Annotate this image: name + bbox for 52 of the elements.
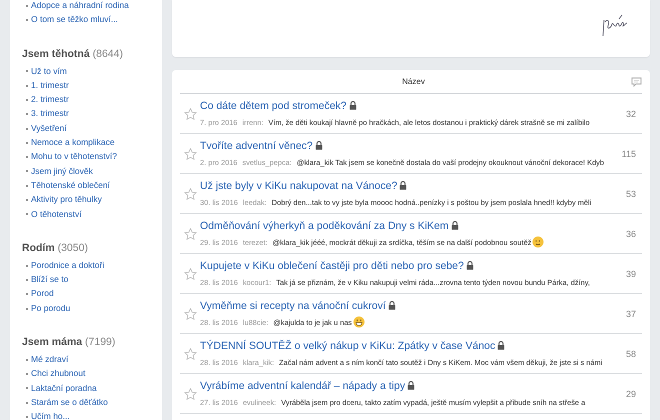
topic-title-link[interactable]: Vyměňme si recepty na vánoční cukroví xyxy=(200,298,386,312)
topic-title-link[interactable]: Co dáte dětem pod stromeček? xyxy=(200,98,346,112)
signature-drawing xyxy=(602,14,628,38)
category-link[interactable]: 2. trimestr xyxy=(22,92,69,106)
category-link[interactable]: O těhotenství xyxy=(22,206,82,221)
category-link[interactable]: Mohu to v těhotenství? xyxy=(22,149,117,164)
comment-count: 115 xyxy=(620,148,637,158)
comment-count: 39 xyxy=(624,268,637,278)
comment-count: 58 xyxy=(624,348,637,358)
category-link[interactable]: Aktivity pro těhulky xyxy=(22,192,102,207)
category-link[interactable]: O tom se těžko mluví... xyxy=(22,12,118,27)
comment-count: 29 xyxy=(624,388,637,398)
category-link[interactable]: Chci zhubnout xyxy=(22,366,86,381)
category-link[interactable]: Vyšetření xyxy=(22,120,67,136)
comment-count: 36 xyxy=(624,228,637,238)
star-icon[interactable] xyxy=(184,148,196,160)
category-link[interactable]: Blíží se to xyxy=(22,272,68,286)
category-heading: Rodím (3050) xyxy=(22,240,89,255)
category-link[interactable]: Laktační poradna xyxy=(22,380,97,395)
star-icon[interactable] xyxy=(184,108,196,120)
topic-title-link[interactable]: Vyrábíme adventní kalendář – nápady a tipy xyxy=(200,378,406,392)
star-icon[interactable] xyxy=(184,308,196,320)
category-heading: Jsem máma (7199) xyxy=(22,335,116,350)
category-link[interactable]: Těhotenské oblečení xyxy=(22,178,110,192)
category-link[interactable]: Adopce a náhradní rodina xyxy=(22,0,129,12)
category-link[interactable]: Starám se o děťátko xyxy=(22,394,108,410)
category-link[interactable]: Učím ho... xyxy=(22,409,70,420)
star-icon[interactable] xyxy=(184,388,196,400)
category-link[interactable]: Porodnice a doktoři xyxy=(22,258,104,272)
category-link[interactable]: Už to vím xyxy=(22,64,67,78)
comment-count: 32 xyxy=(624,108,637,118)
category-heading: Jsem těhotná (8644) xyxy=(22,46,124,61)
category-link[interactable]: 3. trimestr xyxy=(22,106,69,121)
topic-title-link[interactable]: TÝDENNÍ SOUTĚŽ o velký nákup v KiKu: Zpátky v čase Vánoc xyxy=(200,338,496,352)
comment-count: 37 xyxy=(624,308,637,318)
category-link[interactable]: Jsem jiný člověk xyxy=(22,164,93,178)
category-link[interactable]: Mé zdraví xyxy=(22,352,68,366)
star-icon[interactable] xyxy=(184,188,196,200)
topic-title-link[interactable]: Odměňování výherkyň a poděkování za Dny s KiKem xyxy=(200,218,449,232)
comment-count: 53 xyxy=(624,188,637,198)
star-icon[interactable] xyxy=(184,228,196,240)
star-icon[interactable] xyxy=(184,348,196,360)
category-link[interactable]: Po porodu xyxy=(22,300,70,316)
comment-icon xyxy=(631,76,642,86)
category-link[interactable]: Porod xyxy=(22,286,54,301)
category-link[interactable]: Nemoce a komplikace xyxy=(22,135,115,150)
star-icon[interactable] xyxy=(184,268,196,280)
topic-title-link[interactable]: Kupujete v KiKu oblečení častěji pro děti nebo pro sebe? xyxy=(200,258,464,272)
topic-title-link[interactable]: Už jste byly v KiKu nakupovat na Vánoce? xyxy=(200,178,398,192)
column-header[interactable]: Název xyxy=(180,77,631,86)
topic-title-link[interactable]: Tvoříte adventní věnec? xyxy=(200,138,313,152)
category-link[interactable]: 1. trimestr xyxy=(22,78,69,92)
